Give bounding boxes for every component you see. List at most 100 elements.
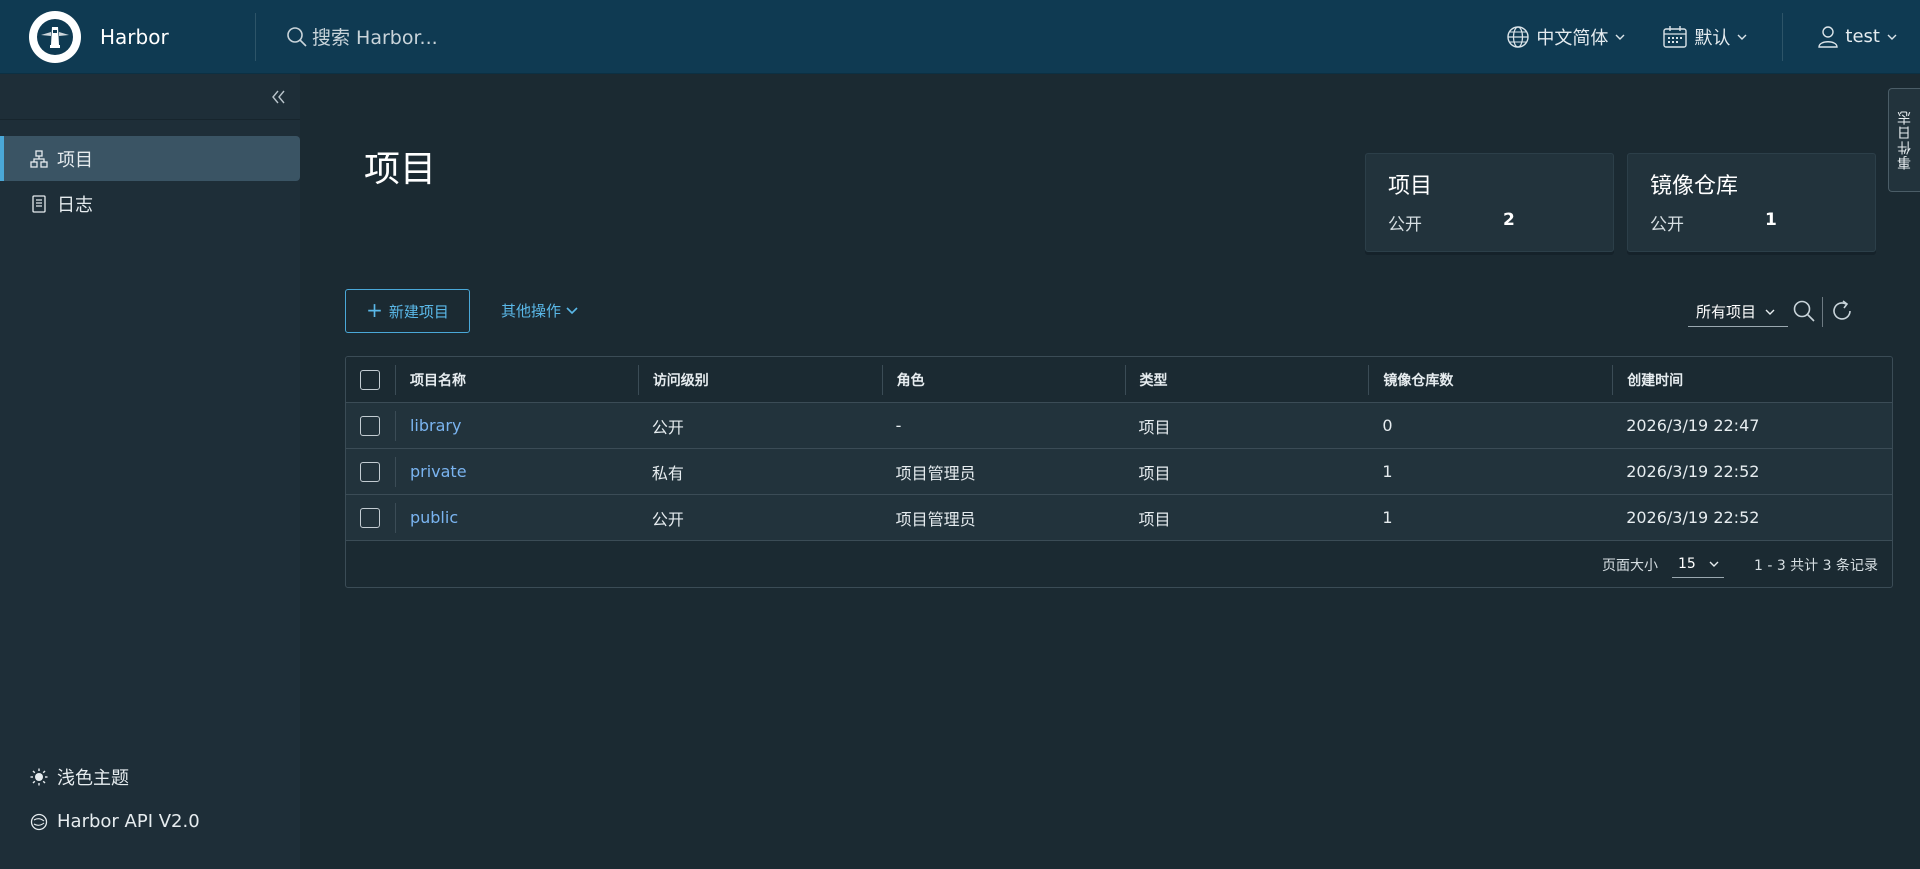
sidebar-item-logs[interactable]: 日志 xyxy=(0,181,300,226)
creation-time: 2026/3/19 22:52 xyxy=(1626,462,1760,481)
chevron-down-icon xyxy=(1887,34,1897,40)
column-header[interactable]: 项目名称 xyxy=(394,364,638,395)
column-header[interactable]: 角色 xyxy=(881,364,1125,395)
table-footer: 页面大小 15 1 - 3 共计 3 条记录 xyxy=(346,541,1892,587)
language-selector[interactable]: 中文简体 xyxy=(1506,24,1626,50)
type: 项目 xyxy=(1138,417,1171,437)
globe-icon xyxy=(1507,25,1530,48)
access-level: 公开 xyxy=(651,417,684,437)
chevron-down-icon xyxy=(566,306,578,314)
pagination-summary: 1 - 3 共计 3 条记录 xyxy=(1753,557,1878,574)
harbor-api-link[interactable]: Harbor API V2.0 xyxy=(0,799,300,844)
column-header[interactable]: 类型 xyxy=(1124,364,1369,395)
stat-label: 公开 xyxy=(1650,215,1684,235)
table-row: public 公开 项目管理员 项目 1 2026/3/19 22:52 xyxy=(346,495,1892,541)
light-theme-label: 浅色主题 xyxy=(57,767,129,789)
sidebar-item-label: 项目 xyxy=(57,149,93,171)
toolbar-divider xyxy=(1822,297,1823,327)
column-header[interactable]: 访问级别 xyxy=(637,364,882,395)
user-icon xyxy=(1818,25,1839,48)
column-header[interactable]: 镜像仓库数 xyxy=(1368,364,1612,395)
datetime-format-selector[interactable]: 默认 xyxy=(1662,24,1748,50)
table-row: library 公开 - 项目 0 2026/3/19 22:47 xyxy=(346,403,1892,449)
table-row: private 私有 项目管理员 项目 1 2026/3/19 22:52 xyxy=(346,449,1892,495)
api-icon xyxy=(30,813,48,830)
search-icon xyxy=(287,26,307,47)
column-header[interactable]: 创建时间 xyxy=(1612,364,1892,395)
projects-stat-card: 项目 公开 2 xyxy=(1365,153,1614,252)
project-link[interactable]: private xyxy=(410,462,467,481)
search-input[interactable]: 搜索 Harbor... xyxy=(312,23,438,50)
role: 项目管理员 xyxy=(895,509,976,529)
username: test xyxy=(1845,26,1880,47)
search-icon[interactable] xyxy=(1792,298,1816,324)
project-filter-select[interactable]: 所有项目 xyxy=(1688,297,1788,327)
row-checkbox[interactable] xyxy=(360,461,381,482)
page-size-select[interactable]: 15 xyxy=(1671,552,1724,578)
repo-count: 0 xyxy=(1382,416,1393,435)
page-size-label: 页面大小 xyxy=(1601,557,1658,574)
refresh-icon[interactable] xyxy=(1830,298,1854,324)
event-log-label: 事件日志 xyxy=(1896,110,1913,170)
header-divider xyxy=(1782,12,1784,61)
creation-time: 2026/3/19 22:52 xyxy=(1626,508,1760,527)
chevron-down-icon xyxy=(1709,561,1719,567)
other-actions-label: 其他操作 xyxy=(501,302,562,320)
type: 项目 xyxy=(1138,463,1171,483)
chevron-down-icon xyxy=(1615,34,1625,40)
projects-table: 项目名称 访问级别 角色 类型 镜像仓库数 创建时间 library 公开 - … xyxy=(345,356,1893,588)
calendar-icon xyxy=(1663,25,1688,48)
project-link[interactable]: public xyxy=(410,508,458,527)
table-header-row: 项目名称 访问级别 角色 类型 镜像仓库数 创建时间 xyxy=(346,357,1892,403)
other-actions-dropdown[interactable]: 其他操作 xyxy=(501,300,579,321)
event-log-tab[interactable]: 事件日志 xyxy=(1888,88,1920,192)
log-icon xyxy=(32,194,46,213)
type: 项目 xyxy=(1138,509,1171,529)
page-title: 项目 xyxy=(364,149,437,190)
stat-row: 公开 1 xyxy=(1650,210,1853,235)
role: 项目管理员 xyxy=(895,463,976,483)
header-divider xyxy=(255,12,256,61)
stat-label: 公开 xyxy=(1388,215,1422,235)
collapse-sidebar-button[interactable] xyxy=(0,74,300,120)
role: - xyxy=(895,416,902,435)
user-menu[interactable]: test xyxy=(1817,25,1898,49)
datetime-label: 默认 xyxy=(1694,27,1731,49)
light-theme-toggle[interactable]: 浅色主题 xyxy=(0,754,300,799)
sidebar-item-label: 日志 xyxy=(57,194,93,216)
brand-name[interactable]: Harbor xyxy=(100,25,169,49)
stat-value: 1 xyxy=(1765,210,1777,230)
row-checkbox[interactable] xyxy=(360,507,381,528)
brand[interactable]: Harbor xyxy=(0,0,255,73)
repositories-stat-card: 镜像仓库 公开 1 xyxy=(1627,153,1876,252)
sun-icon xyxy=(30,768,48,785)
top-header: Harbor 搜索 Harbor... 中文简体 默认 test xyxy=(0,0,1920,74)
stat-value: 2 xyxy=(1503,210,1515,230)
repo-count: 1 xyxy=(1382,462,1393,481)
sidebar: 项目 日志 浅色主题 Harbor API V2.0 xyxy=(0,74,300,869)
stat-card-title: 镜像仓库 xyxy=(1650,174,1739,199)
page-size-value: 15 xyxy=(1677,556,1696,572)
sidebar-bottom: 浅色主题 Harbor API V2.0 xyxy=(0,754,300,844)
sidebar-item-projects[interactable]: 项目 xyxy=(0,136,300,181)
stat-card-title: 项目 xyxy=(1388,174,1433,199)
projects-icon xyxy=(30,149,48,168)
row-checkbox[interactable] xyxy=(360,415,381,436)
new-project-label: 新建项目 xyxy=(388,302,449,321)
access-level: 公开 xyxy=(651,509,684,529)
sidebar-nav: 项目 日志 xyxy=(0,136,300,226)
new-project-button[interactable]: + 新建项目 xyxy=(345,289,470,333)
harbor-api-label: Harbor API V2.0 xyxy=(57,811,200,832)
language-label: 中文简体 xyxy=(1536,27,1609,49)
stat-row: 公开 2 xyxy=(1388,210,1591,235)
creation-time: 2026/3/19 22:47 xyxy=(1626,416,1760,435)
global-search[interactable]: 搜索 Harbor... xyxy=(286,23,438,50)
harbor-logo-icon[interactable] xyxy=(29,10,81,63)
chevron-down-icon xyxy=(1765,309,1775,315)
double-chevron-left-icon xyxy=(272,90,285,103)
select-all-checkbox[interactable] xyxy=(360,369,381,390)
repo-count: 1 xyxy=(1382,508,1393,527)
project-link[interactable]: library xyxy=(410,416,461,435)
chevron-down-icon xyxy=(1737,34,1747,40)
header-right: 中文简体 默认 test xyxy=(1506,0,1920,73)
